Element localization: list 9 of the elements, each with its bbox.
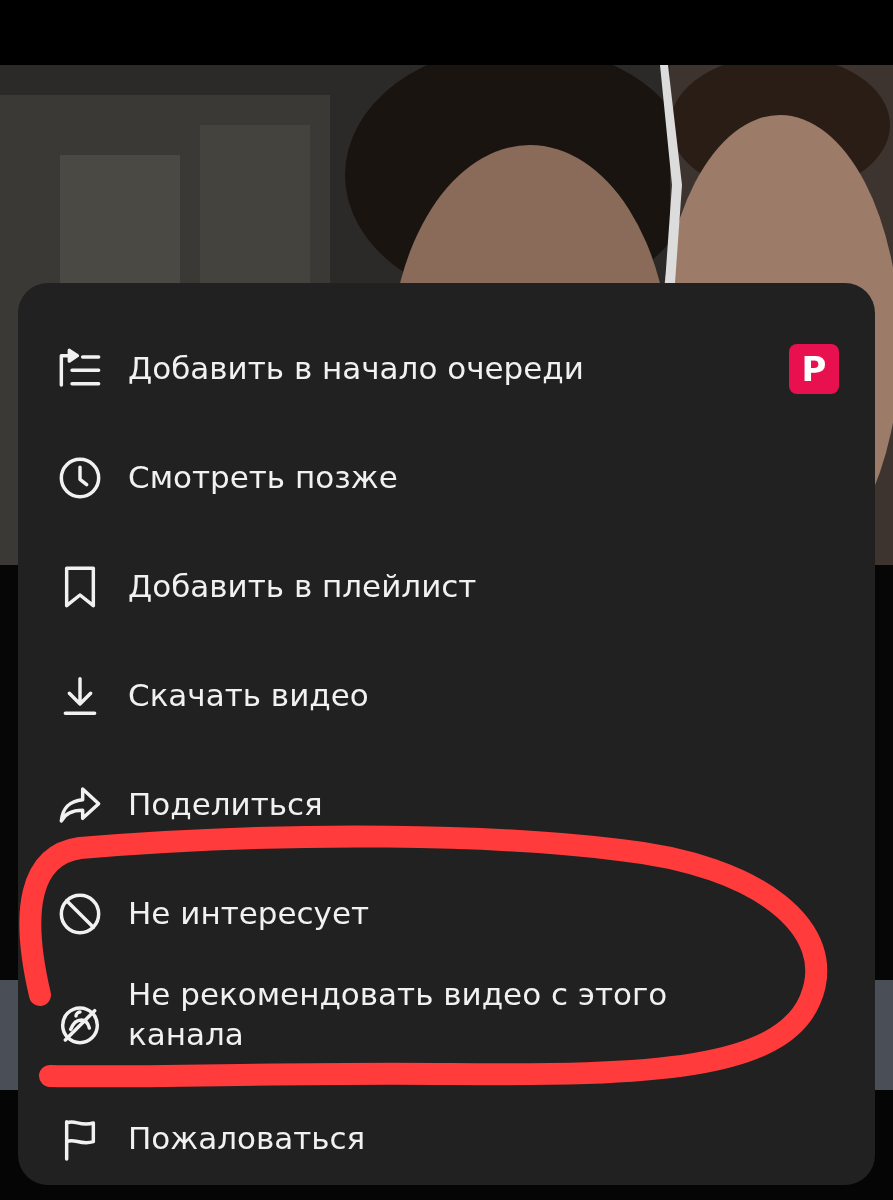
- premium-badge: P: [789, 343, 839, 394]
- menu-item[interactable]: Скачать видео: [128, 673, 839, 718]
- menu-item[interactable]: Поделиться: [128, 782, 839, 827]
- menu-item[interactable]: Добавить в плейлист: [128, 564, 839, 609]
- menu-item[interactable]: Добавить в начало очереди: [128, 346, 765, 391]
- menu-item[interactable]: Смотреть позже: [128, 455, 839, 500]
- menu-item[interactable]: Не рекомендовать видео с этого канала: [128, 974, 748, 1055]
- menu-item[interactable]: Не интересует: [128, 891, 839, 936]
- menu-item[interactable]: Пожаловаться: [128, 1116, 839, 1161]
